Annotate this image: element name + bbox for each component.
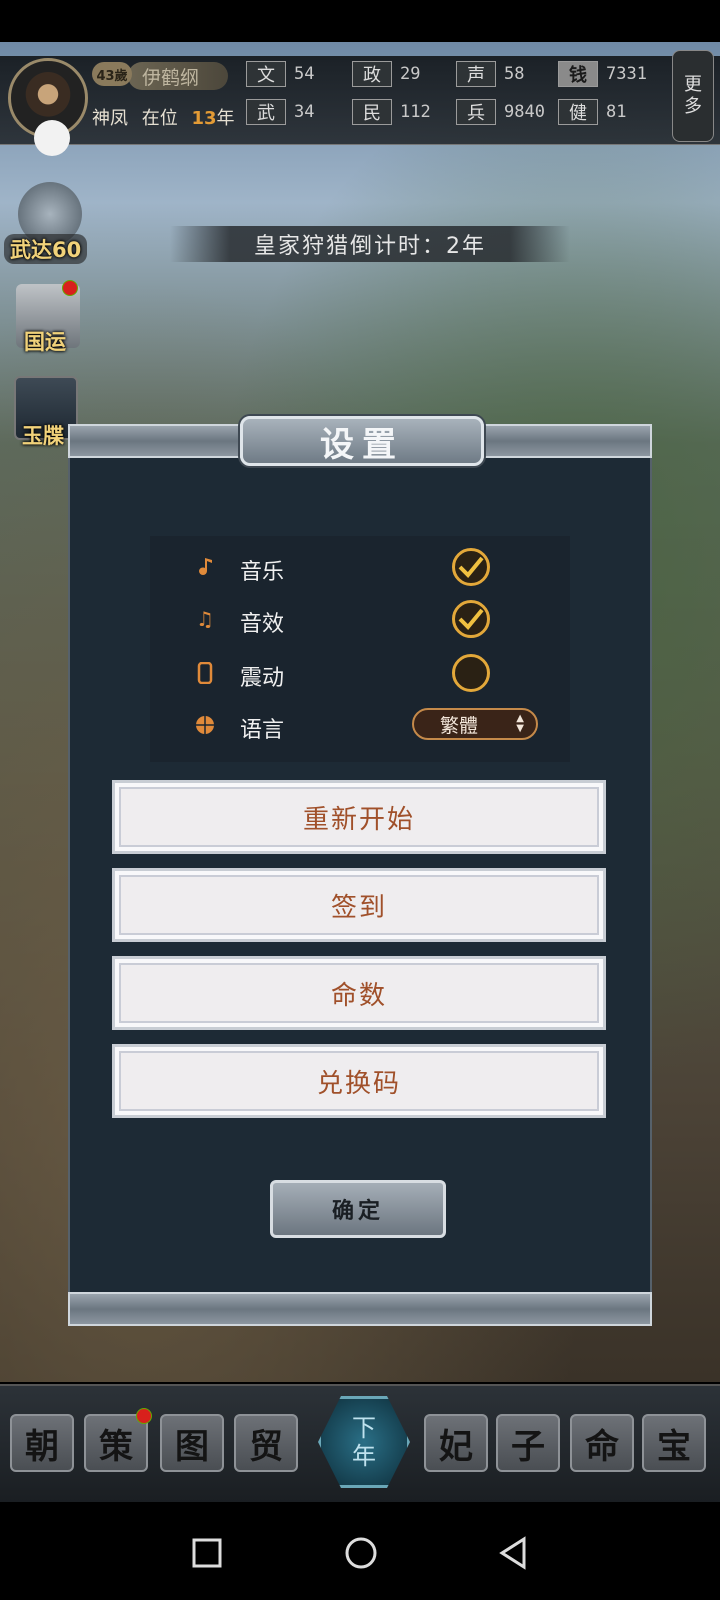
option-music[interactable]: 音乐	[190, 548, 550, 588]
option-label: 震动	[240, 666, 285, 691]
redeem-code-button[interactable]: 兑换码	[112, 1044, 606, 1118]
stat-value: 112	[400, 102, 431, 122]
stat-tag: 武	[246, 99, 286, 125]
confirm-button[interactable]: 确定	[270, 1180, 446, 1238]
nav-ce[interactable]: 策	[84, 1414, 148, 1472]
nav-fei[interactable]: 妃	[424, 1414, 488, 1472]
nav-tu[interactable]: 图	[160, 1414, 224, 1472]
reign-info: 神凤 在位 13年	[92, 104, 235, 130]
language-select[interactable]: 繁體 ▲ ▼	[412, 708, 538, 740]
stat-tag: 声	[456, 61, 496, 87]
nav-ming[interactable]: 命	[570, 1414, 634, 1472]
stat-tag: 健	[558, 99, 598, 125]
dialog-title: 设置	[240, 416, 484, 466]
stat-value: 58	[504, 64, 525, 84]
stat-value: 34	[294, 102, 315, 122]
stat-value: 54	[294, 64, 315, 84]
sound-effects-checkbox[interactable]	[452, 600, 490, 638]
stat-tag: 兵	[456, 99, 496, 125]
stat-value: 9840	[504, 102, 545, 122]
stat-value: 29	[400, 64, 421, 84]
option-label: 音效	[240, 612, 285, 637]
nav-zi[interactable]: 子	[496, 1414, 560, 1472]
recent-apps-icon[interactable]	[190, 1536, 224, 1570]
stat-value: 81	[606, 102, 627, 122]
stat-tag: 钱	[558, 61, 598, 87]
stat-sheng: 声 58	[456, 60, 524, 88]
more-label-1: 更	[684, 74, 702, 95]
era-label: 在位	[141, 108, 178, 129]
status-bar	[0, 0, 720, 42]
music-icon	[194, 556, 216, 578]
yuxi-label: 玉牒	[22, 424, 64, 448]
globe-icon	[194, 714, 216, 736]
nav-bao[interactable]: 宝	[642, 1414, 706, 1472]
back-icon[interactable]	[496, 1536, 530, 1570]
stat-jian: 健 81	[558, 98, 626, 126]
notification-dot	[136, 1408, 152, 1424]
stat-qian: 钱 7331	[558, 60, 647, 88]
stat-tag: 文	[246, 61, 286, 87]
stat-bing: 兵 9840	[456, 98, 545, 126]
stat-min: 民 112	[352, 98, 431, 126]
era-name: 神凤	[92, 108, 128, 129]
phone-vibrate-icon	[194, 662, 216, 684]
sound-note-icon: ♫	[196, 607, 214, 631]
hunt-countdown-banner: 皇家狩猎倒计时：2年	[170, 226, 570, 262]
updown-arrows-icon: ▲ ▼	[516, 713, 524, 734]
home-icon[interactable]	[344, 1536, 378, 1570]
stat-zheng: 政 29	[352, 60, 420, 88]
nav-mao[interactable]: 贸	[234, 1414, 298, 1472]
more-button[interactable]: 更 多	[672, 50, 714, 142]
notification-dot	[62, 280, 78, 296]
ruler-name: 伊鹤纲	[128, 62, 228, 90]
option-label: 语言	[240, 718, 285, 743]
guoyun-label: 国运	[24, 330, 66, 354]
option-vibration[interactable]: 震动	[190, 654, 550, 694]
next-year-top: 下	[352, 1414, 376, 1442]
stat-value: 7331	[606, 64, 647, 84]
dialog-bottom-rail	[68, 1292, 652, 1326]
sign-in-button[interactable]: 签到	[112, 868, 606, 942]
more-label-2: 多	[684, 96, 702, 117]
music-checkbox[interactable]	[452, 548, 490, 586]
restart-button[interactable]: 重新开始	[112, 780, 606, 854]
language-value: 繁體	[440, 714, 479, 737]
vibration-checkbox[interactable]	[452, 654, 490, 692]
stat-wen: 文 54	[246, 60, 314, 88]
stat-tag: 政	[352, 61, 392, 87]
floating-assist-dot[interactable]	[34, 120, 70, 156]
stat-tag: 民	[352, 99, 392, 125]
wuda-label: 武达60	[4, 234, 88, 264]
reign-years: 13	[191, 108, 217, 129]
option-label: 音乐	[240, 560, 285, 585]
reign-unit: 年	[216, 108, 235, 129]
option-language[interactable]: 语言 繁體 ▲ ▼	[190, 706, 550, 746]
fate-button[interactable]: 命数	[112, 956, 606, 1030]
nav-chao[interactable]: 朝	[10, 1414, 74, 1472]
next-year-bottom: 年	[352, 1442, 376, 1470]
age-badge: 43歲	[92, 62, 132, 86]
option-sound-effects[interactable]: ♫ 音效	[190, 600, 550, 640]
stat-wu: 武 34	[246, 98, 314, 126]
